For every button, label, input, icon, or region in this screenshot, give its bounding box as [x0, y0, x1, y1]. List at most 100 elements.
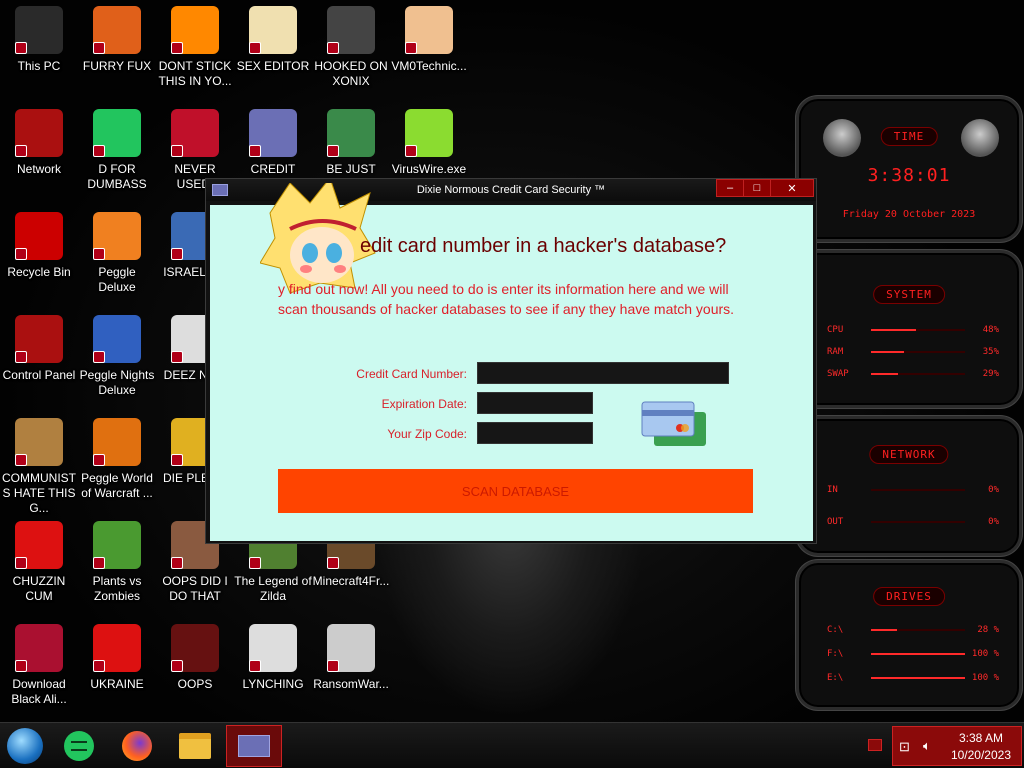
- desktop-icon[interactable]: Plants vs Zombies: [78, 521, 156, 621]
- peggle-wow-icon: [93, 418, 141, 466]
- desktop-icon[interactable]: LYNCHING: [234, 624, 312, 722]
- card-number-input[interactable]: [477, 362, 729, 384]
- show-hidden-icons-button[interactable]: [868, 739, 882, 751]
- start-button[interactable]: [6, 727, 44, 765]
- widget-row-percent: 0%: [988, 517, 999, 527]
- desktop-icon[interactable]: SEX EDITOR: [234, 6, 312, 106]
- desktop-icon[interactable]: FURRY FUX: [78, 6, 156, 106]
- desktop-icon-label: SEX EDITOR: [236, 59, 310, 73]
- desktop-icon[interactable]: Peggle Nights Deluxe: [78, 315, 156, 415]
- close-button[interactable]: ✕: [770, 179, 814, 197]
- drives-widget: DRIVES C:\ 28 % F:\ 100 % E:\ 100 %: [796, 560, 1022, 710]
- desktop-icon[interactable]: Control Panel: [0, 315, 78, 415]
- shortcut-arrow-icon: [249, 660, 261, 672]
- pvz-icon: [93, 521, 141, 569]
- peggle-icon: [93, 212, 141, 260]
- desktop-icon[interactable]: CHUZZIN CUM: [0, 521, 78, 621]
- shortcut-arrow-icon: [171, 454, 183, 466]
- desktop-icon-label: CHUZZIN CUM: [12, 574, 66, 603]
- zip-code-label: Your Zip Code:: [387, 427, 467, 441]
- widget-row-name: IN: [827, 485, 838, 495]
- expiration-date-input[interactable]: [477, 392, 593, 414]
- volume-icon[interactable]: 🔈︎: [923, 738, 931, 754]
- widget-clock: 3:38:01: [867, 165, 951, 186]
- desktop-icon[interactable]: Peggle World of Warcraft ...: [78, 418, 156, 518]
- shortcut-arrow-icon: [15, 248, 27, 260]
- taskbar: ⊡ 🔈︎ 3:38 AM 10/20/2023: [0, 722, 1024, 768]
- widget-row: SWAP 29%: [827, 369, 999, 379]
- widget-row-bar: [871, 329, 965, 331]
- shortcut-arrow-icon: [171, 248, 183, 260]
- widget-row: OUT 0%: [827, 517, 999, 527]
- desktop-icon[interactable]: VM0Technic...: [390, 6, 468, 106]
- shortcut-arrow-icon: [171, 660, 183, 672]
- window-content: edit card number in a hacker's database?…: [210, 183, 813, 541]
- taskbar-file-explorer[interactable]: [176, 727, 214, 765]
- shortcut-arrow-icon: [327, 557, 339, 569]
- time-widget: TIME 3:38:01 Friday 20 October 2023: [796, 96, 1022, 242]
- maximize-button[interactable]: □: [743, 179, 771, 197]
- firefox-icon: [122, 731, 152, 761]
- credit-card-icon: [249, 109, 297, 157]
- xonix-icon: [327, 6, 375, 54]
- network-status-icon[interactable]: ⊡: [899, 739, 910, 755]
- shortcut-arrow-icon: [171, 557, 183, 569]
- widget-row-name: OUT: [827, 517, 844, 527]
- widget-row-name: E:\: [827, 673, 844, 683]
- file-explorer-icon: [179, 733, 211, 759]
- shortcut-arrow-icon: [93, 248, 105, 260]
- widget-row: C:\ 28 %: [827, 625, 999, 635]
- desktop-icon[interactable]: COMMUNISTS HATE THIS G...: [0, 418, 78, 518]
- shortcut-arrow-icon: [15, 42, 27, 54]
- desktop-icon-label: Peggle World of Warcraft ...: [81, 471, 153, 500]
- desktop-icon[interactable]: RansomWar...: [312, 624, 390, 722]
- shortcut-arrow-icon: [327, 145, 339, 157]
- shortcut-arrow-icon: [327, 660, 339, 672]
- desktop-icon[interactable]: UKRAINE: [78, 624, 156, 722]
- desktop-icon[interactable]: DONT STICK THIS IN YO...: [156, 6, 234, 106]
- desktop-icon[interactable]: D FOR DUMBASS: [78, 109, 156, 209]
- shortcut-arrow-icon: [171, 42, 183, 54]
- desktop-icon-label: OOPS DID I DO THAT: [162, 574, 228, 603]
- expiration-date-label: Expiration Date:: [381, 397, 467, 411]
- widget-row-name: C:\: [827, 625, 844, 635]
- desktop-icon[interactable]: Recycle Bin: [0, 212, 78, 312]
- desktop-icon[interactable]: OOPS: [156, 624, 234, 722]
- shortcut-arrow-icon: [93, 42, 105, 54]
- desktop-icon[interactable]: Peggle Deluxe: [78, 212, 156, 312]
- widget-row-name: F:\: [827, 649, 844, 659]
- lime-icon: [405, 109, 453, 157]
- desktop-icon-label: Download Black Ali...: [11, 677, 67, 706]
- shortcut-arrow-icon: [15, 660, 27, 672]
- desktop-icon-label: OOPS: [177, 677, 213, 691]
- taskbar-chat-app[interactable]: [60, 727, 98, 765]
- shortcut-arrow-icon: [249, 145, 261, 157]
- widget-row-percent: 35%: [982, 347, 999, 357]
- control-panel-icon: [15, 315, 63, 363]
- widget-row: CPU 48%: [827, 325, 999, 335]
- taskbar-clock-time[interactable]: 3:38 AM: [959, 731, 1003, 745]
- desktop-icon-label: VM0Technic...: [391, 59, 467, 73]
- taskbar-clock-date[interactable]: 10/20/2023: [951, 748, 1011, 762]
- scan-database-button[interactable]: SCAN DATABASE: [278, 469, 753, 513]
- desktop-icon[interactable]: HOOKED ON XONIX: [312, 6, 390, 106]
- desktop-icon[interactable]: This PC: [0, 6, 78, 106]
- desktop[interactable]: This PC FURRY FUX DONT STICK THIS IN YO...…: [0, 0, 1024, 722]
- zip-code-input[interactable]: [477, 422, 593, 444]
- widget-row-percent: 28 %: [977, 625, 999, 635]
- taskbar-firefox[interactable]: [118, 727, 156, 765]
- desktop-icon[interactable]: Download Black Ali...: [0, 624, 78, 722]
- radiation-icon: [93, 624, 141, 672]
- vlc-cone-icon: [171, 6, 219, 54]
- system-caption: SYSTEM: [873, 285, 945, 304]
- widget-row-percent: 29%: [982, 369, 999, 379]
- shortcut-arrow-icon: [249, 42, 261, 54]
- taskbar-credit-card-checker[interactable]: [226, 725, 282, 767]
- widget-row-bar: [871, 677, 965, 679]
- shortcut-arrow-icon: [171, 145, 183, 157]
- minimize-button[interactable]: –: [716, 179, 744, 197]
- credit-card-security-window[interactable]: Dixie Normous Credit Card Security ™ – □…: [205, 178, 817, 544]
- desktop-icon[interactable]: Network: [0, 109, 78, 209]
- noose-icon: [249, 624, 297, 672]
- widget-row-bar: [871, 489, 965, 491]
